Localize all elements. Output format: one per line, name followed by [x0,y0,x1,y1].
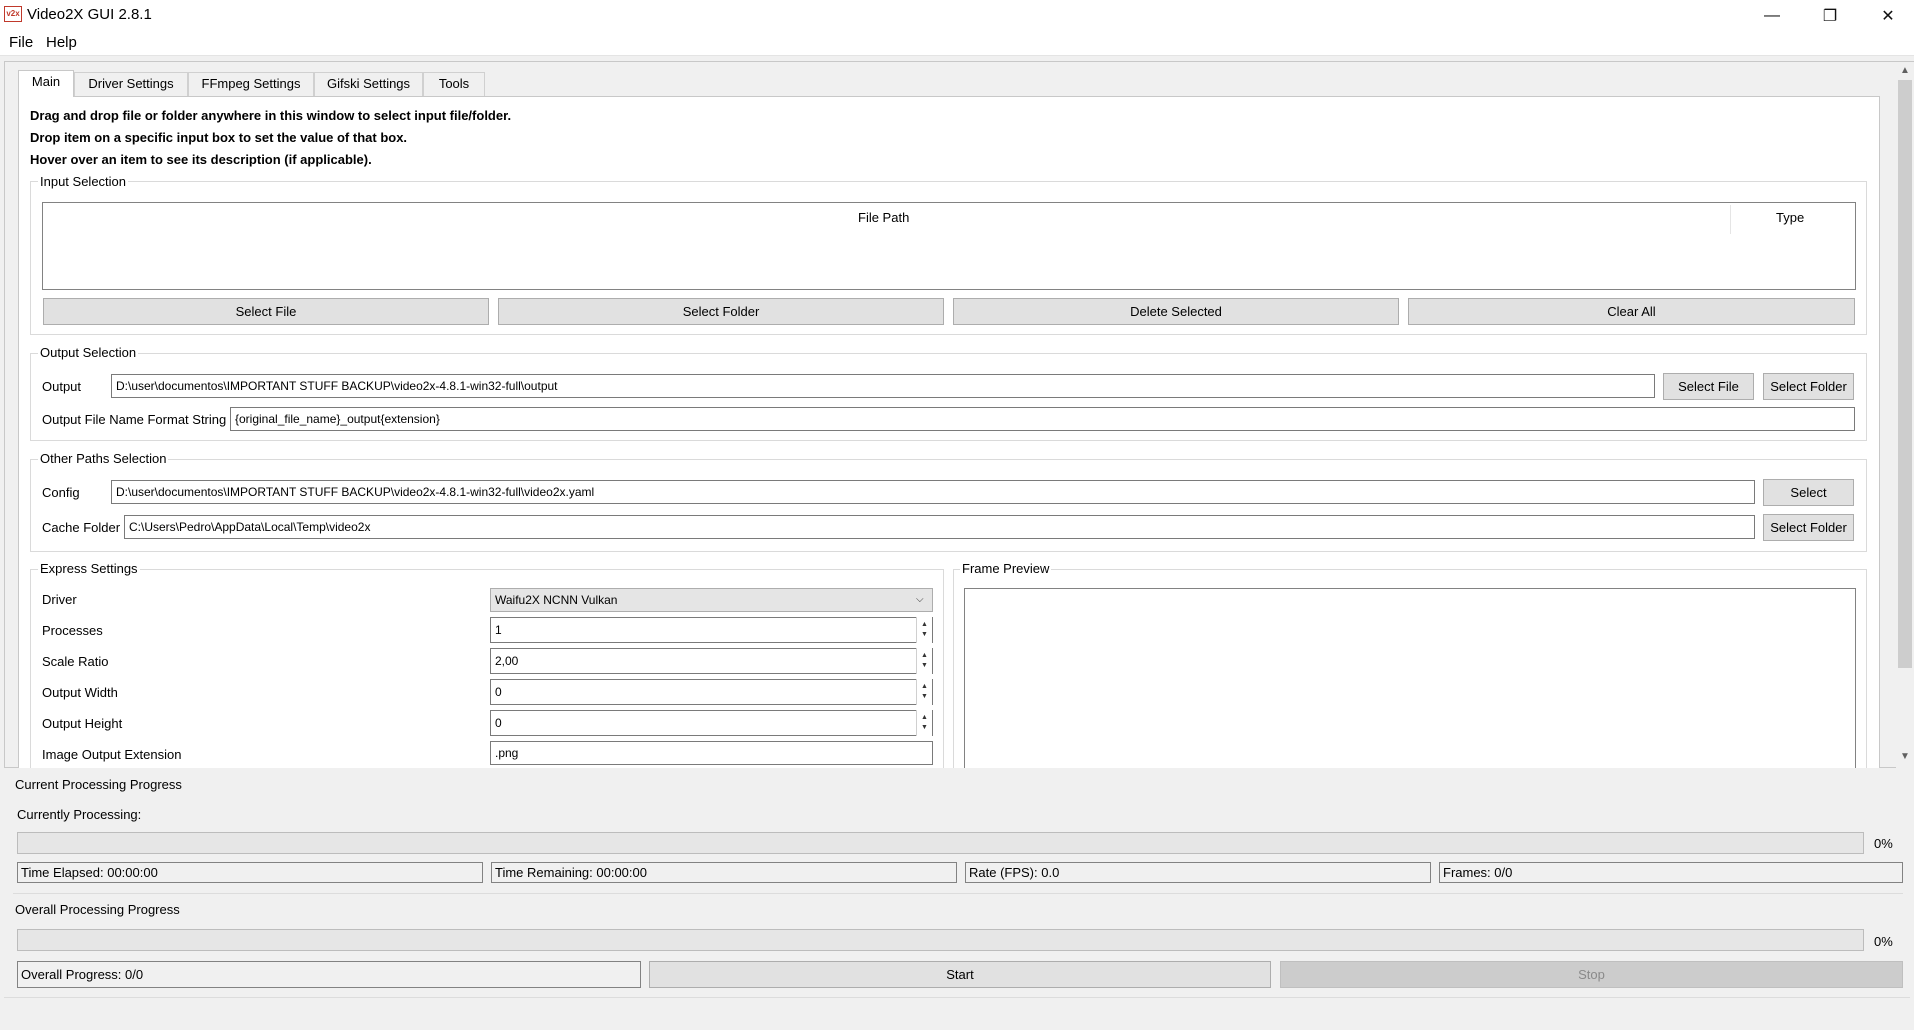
cache-folder-input[interactable]: C:\Users\Pedro\AppData\Local\Temp\video2… [124,515,1755,539]
scale-ratio-stepper-icon[interactable]: ▲ ▼ [916,648,932,674]
current-progress-percent: 0% [1874,836,1893,851]
progress-divider [13,893,1903,894]
output-height-label: Output Height [42,716,123,731]
processes-label: Processes [42,623,103,638]
format-string-label: Output File Name Format String [42,412,227,427]
overall-progress-title: Overall Processing Progress [15,902,180,917]
select-file-button[interactable]: Select File [43,298,489,325]
column-header-file-path[interactable]: File Path [858,210,909,225]
output-width-spinbox[interactable]: 0 [490,679,933,705]
app-icon: v2x [4,6,22,22]
select-folder-button[interactable]: Select Folder [498,298,944,325]
minimize-icon[interactable]: — [1743,0,1801,31]
scrollbar-thumb[interactable] [1898,80,1912,668]
scroll-down-icon[interactable]: ▼ [1896,748,1914,766]
scale-ratio-label: Scale Ratio [42,654,109,669]
clear-all-button[interactable]: Clear All [1408,298,1855,325]
config-path-input[interactable]: D:\user\documentos\IMPORTANT STUFF BACKU… [111,480,1755,504]
other-paths-title: Other Paths Selection [38,451,169,466]
overall-progress-bar [17,929,1864,951]
overall-progress-percent: 0% [1874,934,1893,949]
output-label: Output [42,379,82,394]
cache-select-folder-button[interactable]: Select Folder [1763,514,1854,541]
output-height-stepper-icon[interactable]: ▲ ▼ [916,710,932,736]
stop-button[interactable]: Stop [1280,961,1903,988]
output-select-folder-button[interactable]: Select Folder [1763,373,1854,400]
info-line-1: Drag and drop file or folder anywhere in… [30,108,512,123]
tab-main[interactable]: Main [18,70,74,97]
current-progress-bar [17,832,1864,854]
close-icon[interactable]: ✕ [1859,0,1914,31]
column-header-type[interactable]: Type [1776,210,1804,225]
output-path-input[interactable]: D:\user\documentos\IMPORTANT STUFF BACKU… [111,374,1655,398]
tab-ffmpeg-settings[interactable]: FFmpeg Settings [188,72,314,96]
config-select-button[interactable]: Select [1763,479,1854,506]
info-line-3: Hover over an item to see its descriptio… [30,152,372,167]
express-settings-title: Express Settings [38,561,140,576]
rate-fps-box: Rate (FPS): 0.0 [965,862,1431,883]
driver-select[interactable]: Waifu2X NCNN Vulkan [490,588,933,612]
chevron-down-icon[interactable]: ⌵ [916,594,924,605]
menu-file[interactable]: File [9,34,33,51]
output-width-stepper-icon[interactable]: ▲ ▼ [916,679,932,705]
frame-preview-title: Frame Preview [960,561,1052,576]
output-width-label: Output Width [42,685,118,700]
output-select-file-button[interactable]: Select File [1663,373,1754,400]
time-elapsed-box: Time Elapsed: 00:00:00 [17,862,483,883]
title-bar [0,0,1914,31]
current-progress-title: Current Processing Progress [15,777,182,792]
scroll-up-icon[interactable]: ▲ [1896,62,1914,80]
input-selection-title: Input Selection [38,174,129,189]
driver-label: Driver [42,592,77,607]
info-line-2: Drop item on a specific input box to set… [30,130,408,145]
frames-box: Frames: 0/0 [1439,862,1903,883]
delete-selected-button[interactable]: Delete Selected [953,298,1399,325]
frame-preview-area [964,588,1856,768]
input-file-table[interactable] [42,202,1856,290]
column-divider [1730,205,1731,234]
image-extension-label: Image Output Extension [42,747,182,762]
time-remaining-box: Time Remaining: 00:00:00 [491,862,957,883]
config-label: Config [42,485,80,500]
output-selection-title: Output Selection [38,345,139,360]
processes-spinbox[interactable]: 1 [490,617,933,643]
bottom-divider [4,997,1910,998]
start-button[interactable]: Start [649,961,1271,988]
cache-folder-label: Cache Folder [42,520,121,535]
currently-processing-label: Currently Processing: [17,807,142,822]
format-string-input[interactable]: {original_file_name}_output{extension} [230,407,1855,431]
image-extension-input[interactable]: .png [490,741,933,765]
scale-ratio-spinbox[interactable]: 2,00 [490,648,933,674]
output-height-spinbox[interactable]: 0 [490,710,933,736]
maximize-icon[interactable]: ❐ [1801,0,1859,31]
window-title: Video2X GUI 2.8.1 [27,6,152,23]
tab-driver-settings[interactable]: Driver Settings [74,72,188,96]
driver-select-value: Waifu2X NCNN Vulkan [495,593,618,607]
processes-stepper-icon[interactable]: ▲ ▼ [916,617,932,643]
tab-tools[interactable]: Tools [423,72,485,96]
overall-progress-box: Overall Progress: 0/0 [17,961,641,988]
menu-bar [0,31,1914,56]
menu-help[interactable]: Help [46,34,77,51]
tab-gifski-settings[interactable]: Gifski Settings [314,72,423,96]
